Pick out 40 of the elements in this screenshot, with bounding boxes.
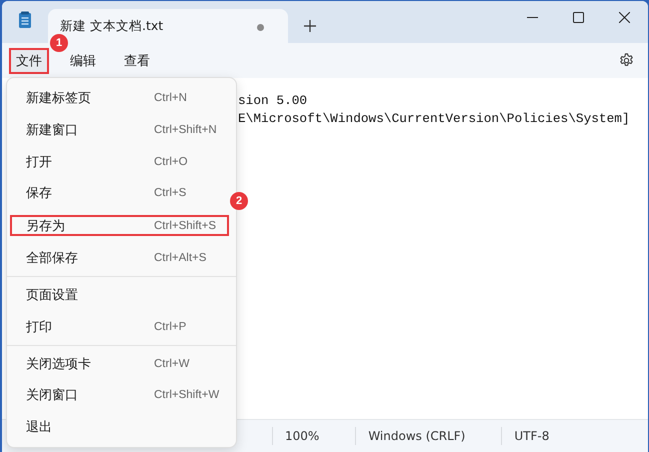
settings-icon[interactable] <box>619 53 634 68</box>
menu-item-label: 新建窗口 <box>26 122 79 139</box>
menu-item-label: 新建标签页 <box>26 90 92 107</box>
tab-title: 新建 文本文档.txt <box>60 18 164 34</box>
menu-item[interactable]: 退出 <box>10 411 229 444</box>
menu-item[interactable]: 打印 Ctrl+P <box>10 310 229 343</box>
menu-item[interactable]: 打开 Ctrl+O <box>10 146 229 178</box>
menu-item[interactable]: 查看 <box>117 48 157 74</box>
menu-item-label: 打印 <box>26 318 53 336</box>
shortcut-text: Ctrl+Shift+N <box>154 124 217 136</box>
menu-item-label: 另存为 <box>26 218 66 235</box>
shortcut-text: Ctrl+N <box>154 92 187 104</box>
menu-item-label: 全部保存 <box>26 250 79 268</box>
maximize-icon <box>573 12 584 22</box>
menu-item[interactable]: 全部保存 Ctrl+Alt+S <box>10 242 229 274</box>
text-line: E\Microsoft\Windows\CurrentVersion\Policies\System] <box>238 110 631 128</box>
shortcut-text: Ctrl+Shift+W <box>154 389 220 402</box>
close-icon <box>619 12 630 22</box>
menu-item-label: 关闭窗口 <box>26 387 79 404</box>
text-line: sion 5.00 <box>238 92 308 110</box>
shortcut-text: Ctrl+W <box>154 358 190 370</box>
status-text: Windows (CRLF) <box>355 427 478 445</box>
menu-item-label: 页面设置 <box>26 286 79 304</box>
shortcut-text: Ctrl+Alt+S <box>154 252 206 264</box>
menu-item[interactable]: 页面设置 <box>10 279 229 311</box>
status-text: UTF-8 <box>501 427 562 445</box>
notepad-icon <box>18 11 32 29</box>
shortcut-text: Ctrl+Shift+S <box>154 220 216 232</box>
menu-item-label: 打开 <box>26 154 53 171</box>
menu-item-label: 退出 <box>26 419 53 436</box>
menu-item[interactable]: 新建窗口 Ctrl+Shift+N <box>10 114 229 146</box>
menu-item[interactable]: 关闭选项卡 Ctrl+W <box>10 348 229 380</box>
menu-item-label: 关闭选项卡 <box>26 356 92 372</box>
plus-icon <box>304 20 316 32</box>
menu-item[interactable]: 关闭窗口 Ctrl+Shift+W <box>10 379 229 412</box>
shortcut-text: Ctrl+P <box>154 320 186 333</box>
step-badge: 2 <box>230 192 248 210</box>
menu-item[interactable]: 新建标签页 Ctrl+N <box>10 82 229 114</box>
shortcut-text: Ctrl+O <box>154 156 188 168</box>
status-text: 100% <box>272 427 332 445</box>
